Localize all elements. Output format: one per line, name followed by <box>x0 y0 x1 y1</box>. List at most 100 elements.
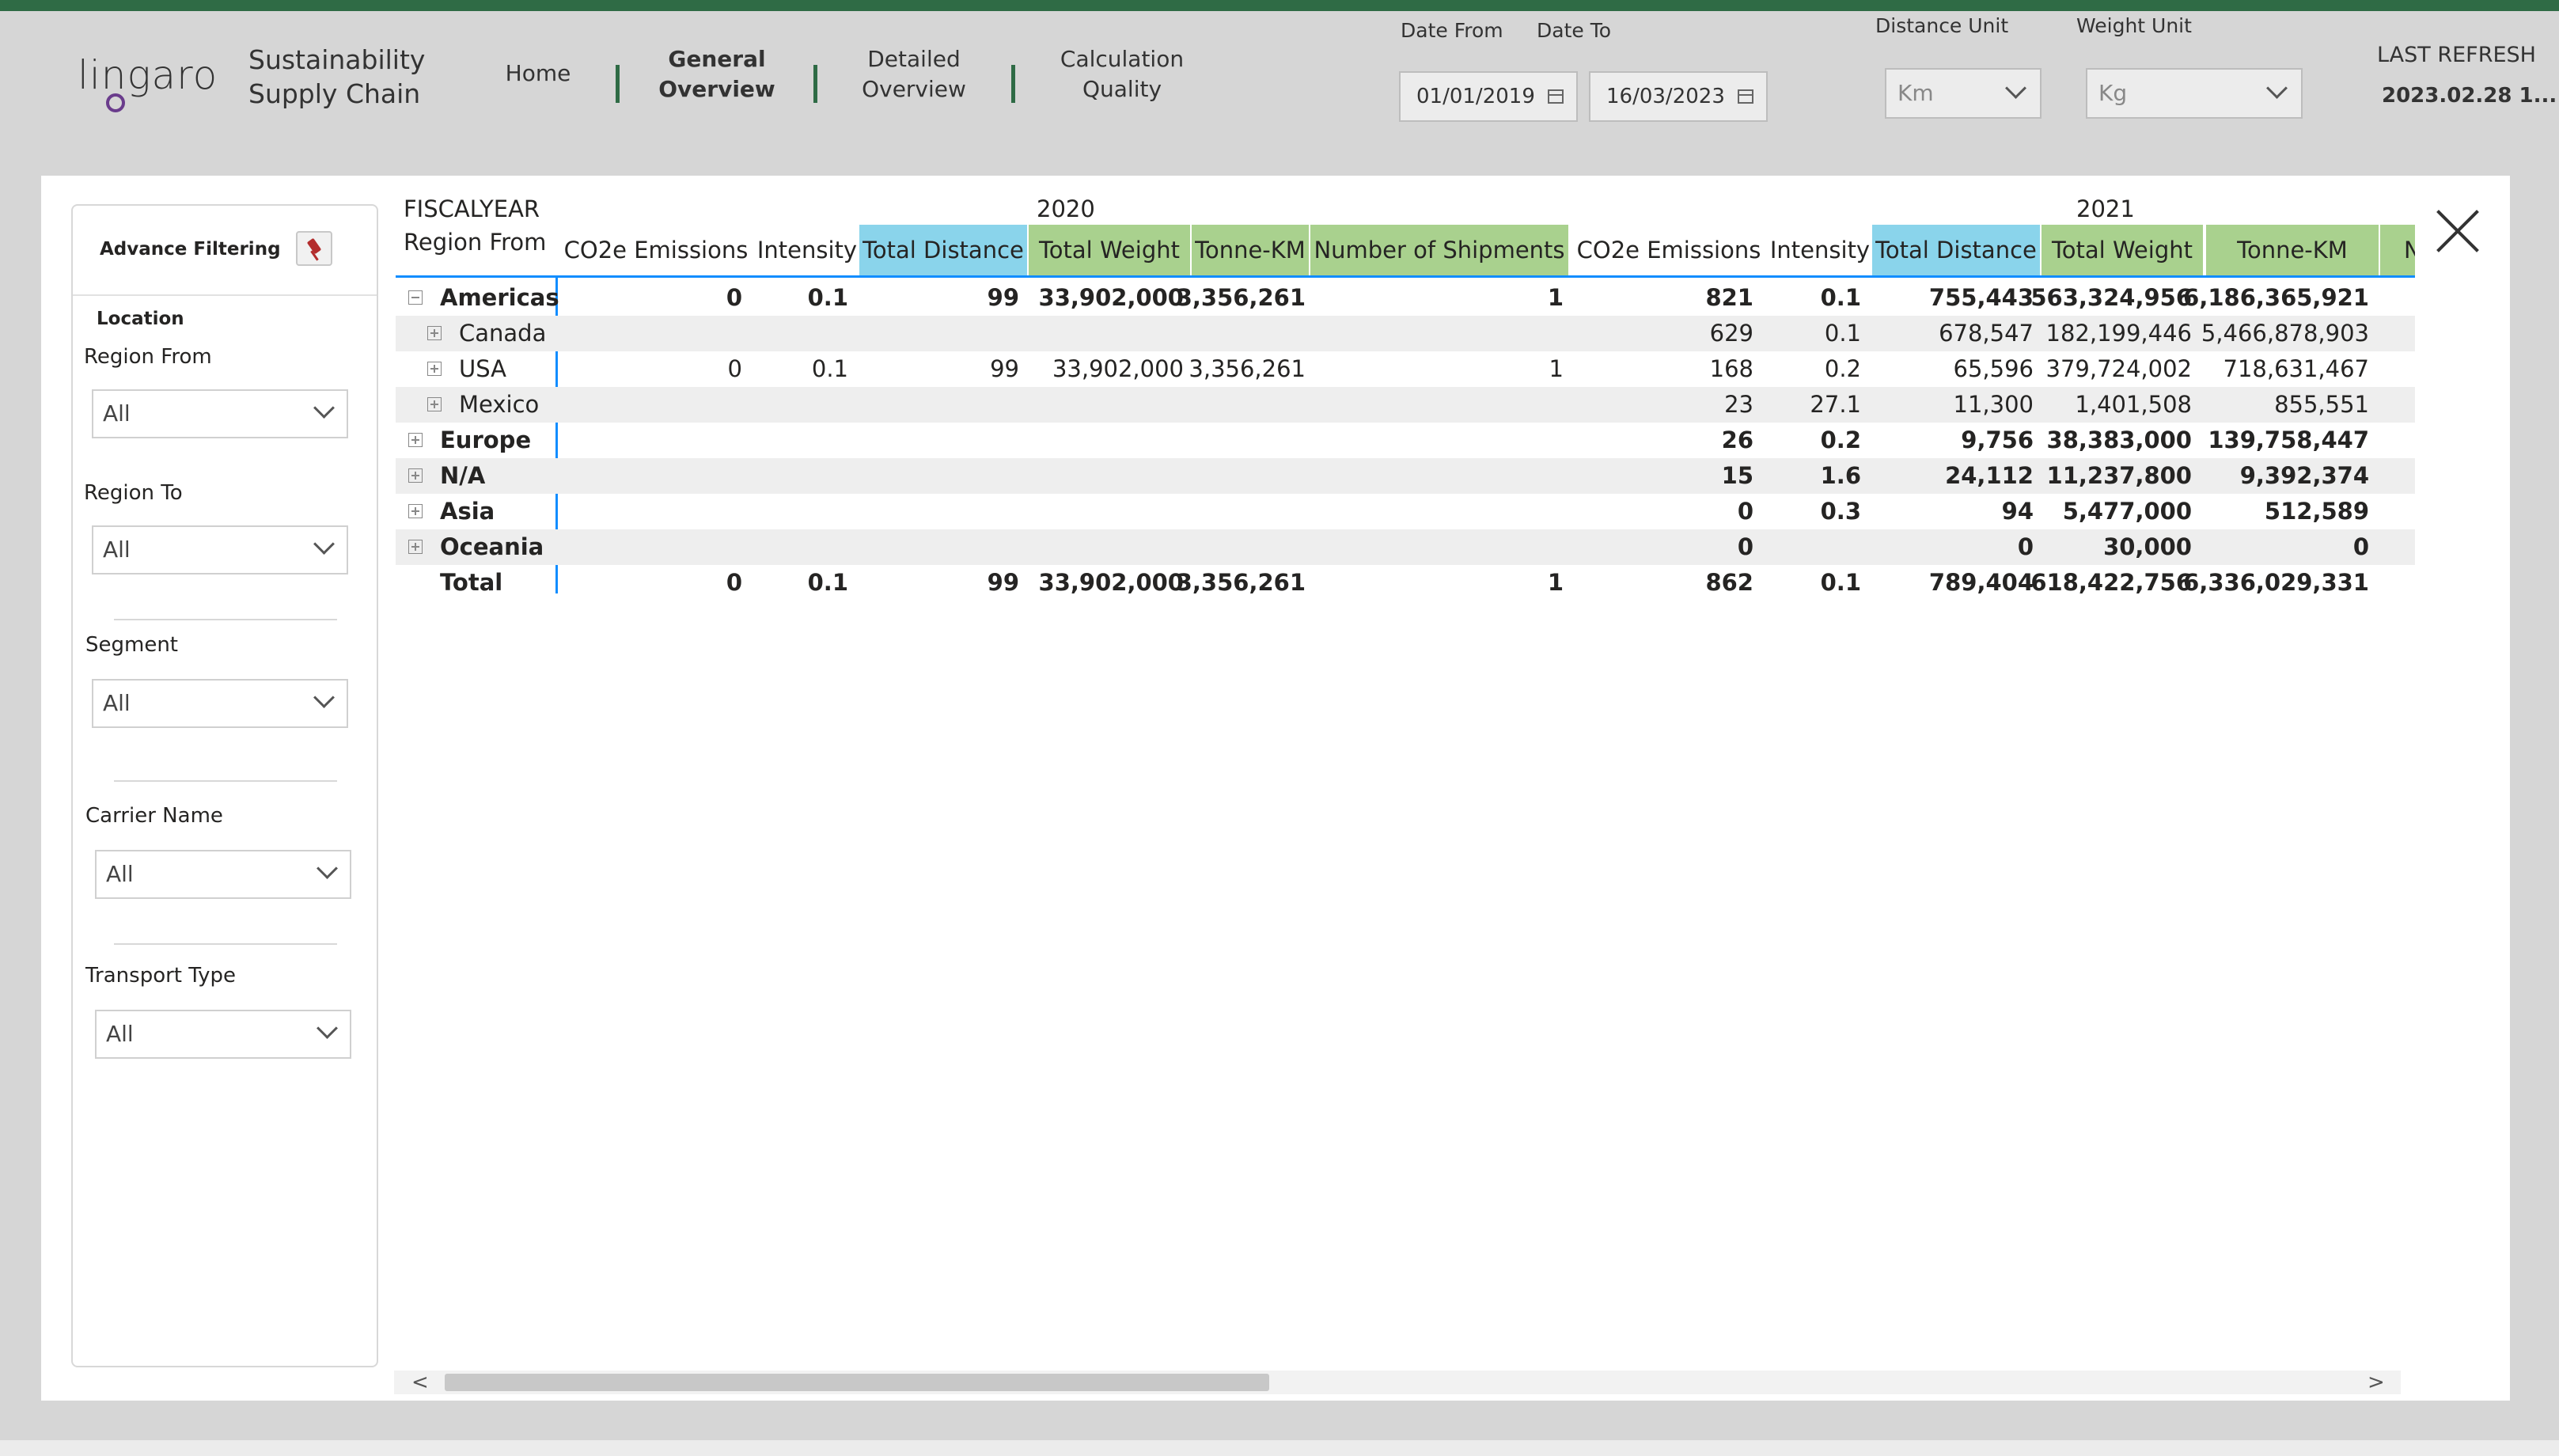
nav-separator <box>813 65 817 103</box>
expand-icon[interactable] <box>427 362 442 376</box>
column-header[interactable]: Number of Shipments <box>1310 225 1568 275</box>
total-row-label: Total <box>440 569 503 596</box>
column-header[interactable]: CO2e Emissions <box>1570 225 1768 275</box>
horizontal-scrollbar[interactable]: < > <box>394 1371 2401 1394</box>
region-to-dropdown[interactable]: All <box>92 525 348 574</box>
carrier-name-value: All <box>106 861 134 887</box>
matrix-cell: 3,356,261 <box>1189 355 1306 382</box>
carrier-name-dropdown[interactable]: All <box>95 850 351 899</box>
region-from-dropdown[interactable]: All <box>92 389 348 438</box>
matrix-cell: 3,356,261 <box>1176 284 1306 311</box>
scrollbar-thumb[interactable] <box>445 1374 1269 1391</box>
chevron-down-icon <box>313 687 335 708</box>
row-label[interactable]: Asia <box>440 495 495 527</box>
row-label[interactable]: Mexico <box>459 389 539 420</box>
location-section-label: Location <box>97 309 184 329</box>
transport-type-label: Transport Type <box>85 964 236 988</box>
calendar-icon[interactable] <box>1738 89 1753 104</box>
column-header[interactable]: Total Weight <box>2042 225 2203 275</box>
column-header[interactable]: Total Distance <box>859 225 1027 275</box>
region-to-value: All <box>103 537 131 563</box>
matrix-cell: 6,336,029,331 <box>2183 569 2369 596</box>
column-header[interactable]: Total Weight <box>1029 225 1190 275</box>
nav-general-overview[interactable]: General Overview <box>654 44 780 104</box>
matrix-cell: 5,466,878,903 <box>2201 320 2369 347</box>
matrix-visual: FISCALYEAR 2020 2021 Region From CO2e Em… <box>396 191 2415 603</box>
transport-type-dropdown[interactable]: All <box>95 1010 351 1059</box>
nav-calculation-quality[interactable]: Calculation Quality <box>1049 44 1195 104</box>
year-2020-header: 2020 <box>1037 195 1095 222</box>
region-from-value: All <box>103 400 131 427</box>
expand-icon[interactable] <box>427 326 442 340</box>
date-from-input[interactable]: 01/01/2019 <box>1399 71 1578 122</box>
matrix-cell: 139,758,447 <box>2208 427 2369 453</box>
pin-icon[interactable] <box>296 231 332 266</box>
calendar-icon[interactable] <box>1548 89 1564 104</box>
matrix-cell: 0 <box>1737 533 1753 560</box>
chevron-down-icon <box>2005 78 2026 99</box>
date-to-input[interactable]: 16/03/2023 <box>1589 71 1768 122</box>
advance-filtering-panel: Advance Filtering Location Region From A… <box>71 204 378 1367</box>
matrix-cell: 3,356,261 <box>1176 569 1306 596</box>
column-header[interactable]: Tonne-KM <box>1192 225 1309 275</box>
row-label[interactable]: USA <box>459 353 506 385</box>
chevron-down-icon <box>313 533 335 555</box>
nav-separator <box>616 65 620 103</box>
date-to-label: Date To <box>1537 19 1612 42</box>
header-divider <box>396 275 2415 278</box>
nav-separator <box>1011 65 1015 103</box>
nav-detailed-label-2: Overview <box>862 76 966 102</box>
region-to-label: Region To <box>84 481 183 505</box>
nav-general-label-2: Overview <box>658 76 775 102</box>
chevron-down-icon <box>313 397 335 419</box>
row-label[interactable]: Europe <box>440 424 531 456</box>
weight-unit-dropdown[interactable]: Kg <box>2086 68 2303 119</box>
filter-divider <box>114 780 337 782</box>
expand-icon[interactable] <box>408 540 423 554</box>
app-title-line1: Sustainability <box>248 44 426 75</box>
column-header[interactable]: Intensity <box>1769 225 1871 275</box>
expand-icon[interactable] <box>408 504 423 518</box>
filter-divider <box>114 619 337 620</box>
distance-unit-dropdown[interactable]: Km <box>1885 68 2042 119</box>
close-icon[interactable] <box>2432 206 2483 256</box>
region-from-label: Region From <box>84 345 212 369</box>
matrix-cell: 512,589 <box>2264 498 2369 525</box>
filter-divider <box>114 943 337 945</box>
column-header[interactable]: Nu <box>2380 225 2415 275</box>
matrix-cell: 855,551 <box>2274 391 2369 418</box>
date-from-label: Date From <box>1401 19 1503 42</box>
matrix-cell: 6,186,365,921 <box>2183 284 2369 311</box>
app-title-line2: Supply Chain <box>248 78 421 109</box>
segment-dropdown[interactable]: All <box>92 679 348 728</box>
year-2021-header: 2021 <box>2076 195 2135 222</box>
segment-label: Segment <box>85 633 178 657</box>
expand-icon[interactable] <box>427 397 442 411</box>
carrier-name-label: Carrier Name <box>85 804 223 828</box>
row-label[interactable]: N/A <box>440 460 485 491</box>
nav-calc-label-2: Quality <box>1082 76 1162 102</box>
last-refresh-value: 2023.02.28 1... <box>2382 84 2556 108</box>
nav-home[interactable]: Home <box>505 59 571 89</box>
weight-unit-value: Kg <box>2098 80 2128 106</box>
scroll-right-icon[interactable]: > <box>2368 1372 2385 1393</box>
distance-unit-label: Distance Unit <box>1875 14 2009 37</box>
chevron-down-icon <box>2266 78 2288 99</box>
collapse-icon[interactable] <box>408 290 423 305</box>
nav-calc-label-1: Calculation <box>1060 46 1185 72</box>
matrix-cell: 9,392,374 <box>2239 462 2369 489</box>
column-header[interactable]: Total Distance <box>1872 225 2040 275</box>
region-from-header: Region From <box>404 229 547 256</box>
column-header[interactable]: Intensity <box>756 225 858 275</box>
expand-icon[interactable] <box>408 468 423 483</box>
fiscal-year-label: FISCALYEAR <box>404 195 540 222</box>
filter-panel-title: Advance Filtering <box>100 239 281 260</box>
row-label[interactable]: Oceania <box>440 531 544 563</box>
column-header[interactable]: Tonne-KM <box>2206 225 2379 275</box>
column-header[interactable]: CO2e Emissions <box>557 225 755 275</box>
row-label[interactable]: Canada <box>459 317 546 349</box>
nav-detailed-overview[interactable]: Detailed Overview <box>855 44 973 104</box>
matrix-cell: 718,631,467 <box>2223 355 2370 382</box>
expand-icon[interactable] <box>408 433 423 447</box>
scroll-left-icon[interactable]: < <box>411 1372 429 1393</box>
